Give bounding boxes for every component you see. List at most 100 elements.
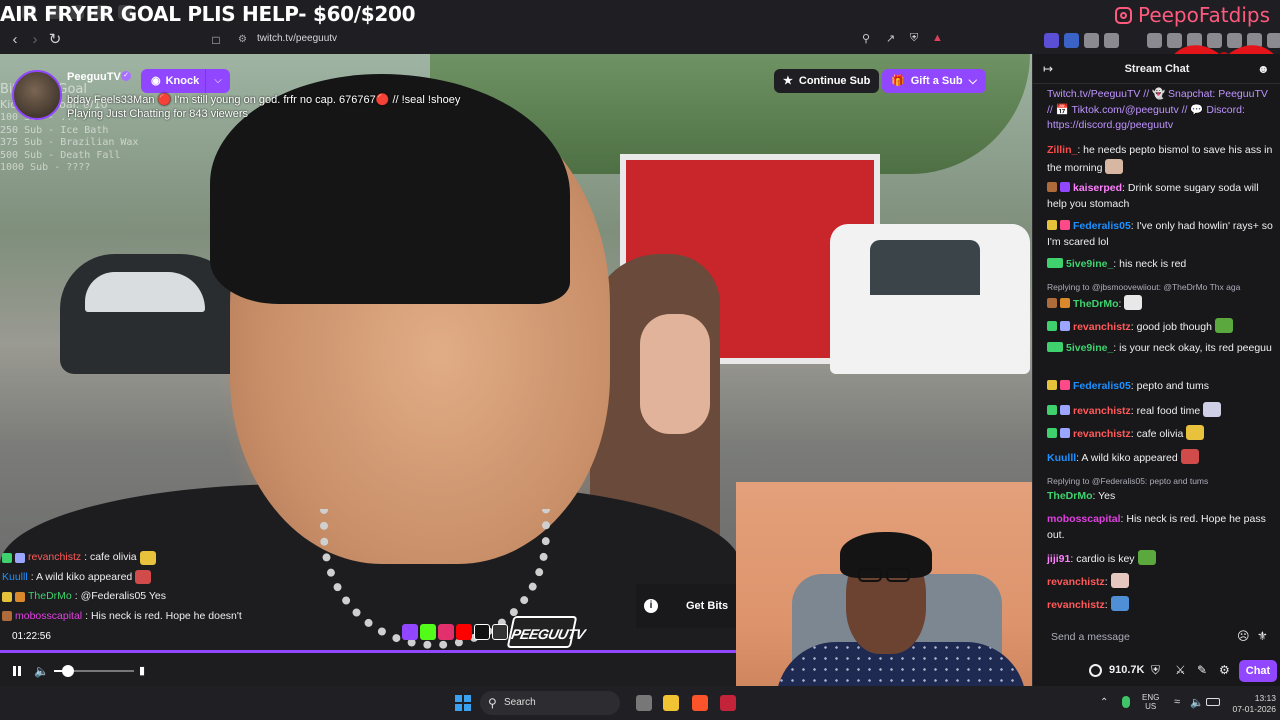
extension-shield-icon[interactable]: [1064, 33, 1079, 48]
badge-icon: [1060, 220, 1070, 230]
lang-line-2: US: [1145, 702, 1157, 711]
reload-button[interactable]: ↻: [45, 30, 65, 50]
chat-message-text: :: [1104, 599, 1108, 611]
task-view-icon[interactable]: [636, 695, 652, 711]
app-icon[interactable]: [720, 695, 736, 711]
shield-icon[interactable]: ⛨: [1151, 663, 1160, 678]
chat-username[interactable]: Kuulll: [1047, 452, 1076, 464]
watermark-text: PeepoFatdips: [1137, 3, 1270, 27]
knock-dropdown-button[interactable]: ⌵: [205, 69, 230, 93]
video-chat-text: : His neck is red. Hope he doesn't: [85, 609, 242, 622]
chat-username[interactable]: TheDrMo: [1047, 490, 1093, 502]
gift-sub-label: Gift a Sub: [910, 75, 963, 87]
badge-icon: [2, 552, 12, 563]
chat-username[interactable]: 5ive9ine_: [1066, 342, 1113, 354]
chat-username[interactable]: Zillin_: [1047, 144, 1077, 156]
gear-icon[interactable]: ⚙: [1219, 663, 1230, 677]
gift-sub-button[interactable]: 🎁 Gift a Sub ⌵: [882, 69, 986, 93]
emote-picker-icon[interactable]: ☹: [1237, 629, 1250, 643]
knock-button[interactable]: ◉ Knock: [141, 69, 210, 93]
chat-username[interactable]: Federalis05: [1073, 380, 1131, 392]
chat-username[interactable]: jiji91: [1047, 553, 1070, 565]
chat-username[interactable]: revanchistz: [1047, 576, 1105, 588]
chat-username[interactable]: mobosscapital: [1047, 513, 1121, 525]
browser-chrome: AIR FRYER GOAL PLIS HELP- $60/$200 Peepo…: [0, 0, 1280, 64]
channel-points-icon[interactable]: [1089, 664, 1102, 677]
chat-reply-context[interactable]: Replying to @jbsmoovewiiout: @TheDrMo Th…: [1047, 282, 1279, 292]
chat-username[interactable]: kaiserped: [1073, 182, 1122, 194]
chat-username[interactable]: revanchistz: [1073, 405, 1131, 417]
translate-icon[interactable]: ⚜: [1257, 629, 1268, 643]
file-explorer-icon[interactable]: [663, 695, 679, 711]
chat-username[interactable]: revanchistz: [1073, 321, 1131, 333]
volume-icon[interactable]: 🔈: [34, 664, 49, 678]
continue-sub-button[interactable]: ★ Continue Sub: [774, 69, 880, 93]
channel-points-value[interactable]: 910.7K: [1109, 664, 1144, 676]
chat-username[interactable]: TheDrMo: [1073, 298, 1119, 310]
scene-woman-face: [640, 314, 710, 434]
chat-message: revanchistz: cafe olivia: [1047, 425, 1275, 443]
goal-item: 375 Sub - Brazilian Wax: [0, 137, 139, 148]
extension-refresh-icon[interactable]: [1104, 33, 1119, 48]
video-chat-user: TheDrMo: [28, 590, 72, 602]
rewards-icon[interactable]: ▲: [932, 32, 943, 44]
battery-icon[interactable]: [1206, 698, 1220, 706]
download-icon[interactable]: [1147, 33, 1162, 48]
chat-message-text: : his neck is red: [1113, 258, 1187, 270]
wifi-icon[interactable]: ≈: [1174, 696, 1180, 708]
chat-message-text[interactable]: Twitch.tv/PeeguuTV // 👻 Snapchat: Peeguu…: [1047, 88, 1268, 131]
chat-username[interactable]: revanchistz: [1073, 428, 1131, 440]
mod-sword-icon[interactable]: ⚔: [1175, 663, 1186, 677]
video-chat-line: TheDrMo : @Federalis05 Yes: [2, 587, 302, 607]
chat-message: TheDrMo: Yes: [1047, 489, 1275, 505]
extension-puzzle-icon[interactable]: [1084, 33, 1099, 48]
channel-name[interactable]: PeeguuTV: [67, 71, 121, 83]
back-button[interactable]: ‹: [5, 30, 25, 50]
chat-reply-context[interactable]: Replying to @Federalis05: pepto and tums: [1047, 476, 1279, 486]
video-chat-line: mobosscapital : His neck is red. Hope he…: [2, 607, 302, 627]
brave-shield-icon[interactable]: ⛨: [910, 32, 918, 45]
x-icon: [492, 624, 508, 640]
site-info-icon[interactable]: ⚙: [238, 33, 252, 47]
chat-message-text: : real food time: [1130, 405, 1201, 417]
emote-icon: [1203, 402, 1222, 417]
chat-input[interactable]: Send a message ☹ ⚜: [1041, 624, 1273, 650]
get-bits-button[interactable]: Get Bits: [686, 600, 728, 612]
clock[interactable]: 13:13 07-01-2026: [1232, 693, 1276, 715]
chat-username[interactable]: Federalis05: [1073, 220, 1131, 232]
windows-start-icon[interactable]: [455, 695, 471, 711]
forward-button[interactable]: ›: [25, 30, 45, 50]
microphone-icon[interactable]: [1122, 696, 1130, 708]
tray-chevron-icon[interactable]: ⌃: [1100, 697, 1108, 708]
paint-icon[interactable]: ✎: [1197, 663, 1207, 677]
badge-icon: [1060, 321, 1070, 331]
chat-input-row: Send a message ☹ ⚜: [1033, 622, 1280, 652]
chat-message: revanchistz:: [1047, 573, 1275, 591]
chat-message-text: : he needs pepto bismol to save his ass …: [1047, 144, 1273, 174]
chat-title: Stream Chat: [1124, 63, 1190, 75]
badge-icon: [1047, 220, 1057, 230]
chat-send-button[interactable]: Chat: [1239, 660, 1277, 682]
users-icon[interactable]: ☻: [1257, 62, 1270, 76]
brave-icon[interactable]: [692, 695, 708, 711]
gift-icon: 🎁: [891, 75, 905, 87]
taskbar-search[interactable]: ⚲ Search: [480, 691, 620, 715]
chat-username[interactable]: revanchistz: [1047, 599, 1105, 611]
chat-message: 5ive9ine_: his neck is red: [1047, 257, 1275, 273]
bookmark-icon[interactable]: □: [206, 30, 226, 50]
share-icon[interactable]: ↗: [886, 32, 895, 45]
video-chat-user: Kuulll: [2, 570, 28, 583]
nav-row: ‹ › ↻ □ ⚙ twitch.tv/peeguutv ⚲ ↗ ⛨ ▲: [0, 28, 1280, 52]
extension-twitch-icon[interactable]: [1044, 33, 1059, 48]
volume-slider[interactable]: [54, 665, 134, 677]
channel-avatar[interactable]: [12, 70, 62, 120]
pause-button[interactable]: [10, 664, 24, 678]
zoom-icon[interactable]: ⚲: [862, 32, 870, 45]
language-indicator[interactable]: ENG US: [1142, 693, 1159, 711]
chat-username[interactable]: 5ive9ine_: [1066, 258, 1113, 270]
speaker-icon[interactable]: 🔈: [1190, 696, 1204, 709]
stream-category[interactable]: Playing Just Chatting for 843 viewers: [67, 108, 248, 120]
address-bar[interactable]: ⚙ twitch.tv/peeguutv ⚲ ↗ ⛨ ▲: [230, 29, 950, 51]
info-icon[interactable]: i: [644, 599, 658, 613]
volume-knob[interactable]: [61, 665, 74, 677]
